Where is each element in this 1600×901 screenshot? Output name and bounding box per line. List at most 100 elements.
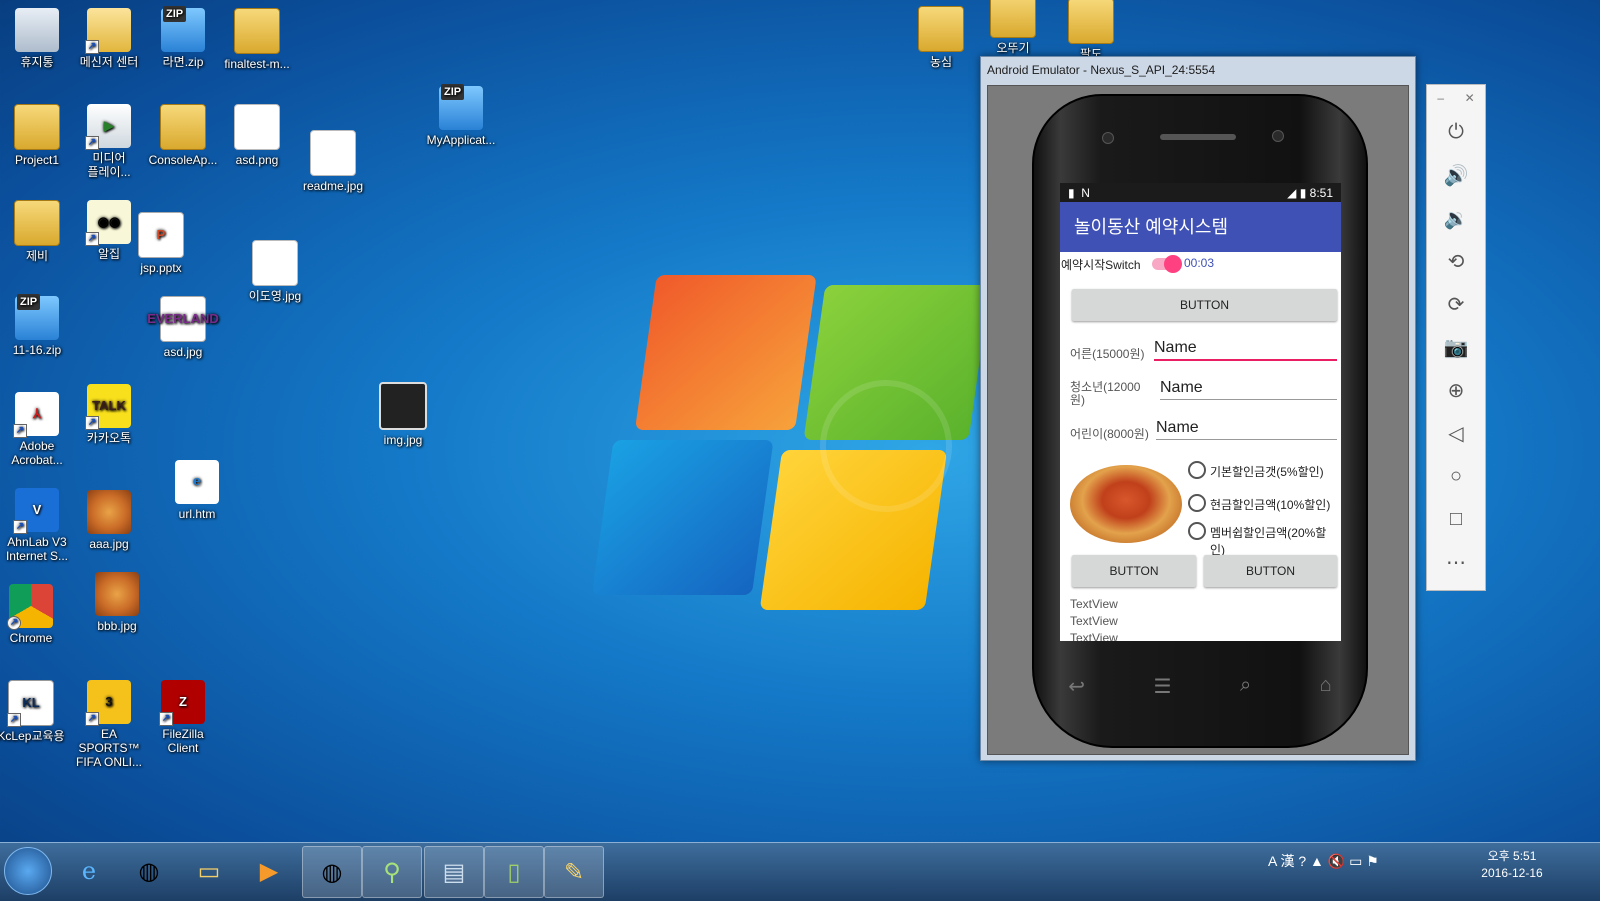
ahnlab-icon: V	[13, 488, 59, 534]
recycle-bin-icon	[15, 8, 59, 52]
taskbar-paint-icon[interactable]: ✎	[544, 846, 604, 898]
overview-icon[interactable]: □	[1427, 498, 1485, 541]
acrobat-icon: ⅄	[13, 392, 59, 438]
desktop-icon-adobe-acrobat[interactable]: ⅄Adobe Acrobat...	[0, 392, 74, 467]
desktop-icon-media-player[interactable]: ▶미디어 플레이...	[72, 104, 146, 179]
start-button[interactable]	[4, 847, 52, 895]
desktop-icon-bbb-jpg[interactable]: bbb.jpg	[80, 572, 154, 633]
network-icon[interactable]: ▭	[1349, 853, 1362, 869]
signal-icon: ◢	[1287, 185, 1297, 200]
desktop-icon-project1[interactable]: Project1	[0, 104, 74, 167]
desktop-icon-asd-png[interactable]: asd.png	[220, 104, 294, 167]
desktop-icon-readme-jpg[interactable]: readme.jpg	[296, 130, 370, 193]
desktop-icon-fifa-online[interactable]: 3EA SPORTS™ FIFA ONLI...	[72, 680, 146, 769]
desktop-icon-asd-jpg[interactable]: EVERLAND asd.jpg	[146, 296, 220, 359]
taskbar-clock[interactable]: 오후 5:51 2016-12-16	[1466, 848, 1558, 882]
radio-cash-discount-label: 현금할인금액(10%할인)	[1210, 498, 1331, 512]
toolbar-window-controls: – ✕	[1427, 85, 1485, 111]
sd-card-icon: ▮	[1068, 185, 1075, 200]
desktop-icon-ottogi[interactable]: 오뚜기	[976, 0, 1050, 55]
camera-icon[interactable]: 📷	[1427, 326, 1485, 369]
teen-count-input[interactable]	[1160, 377, 1337, 400]
child-price-label: 어린이(8000원)	[1070, 427, 1149, 441]
reservation-switch[interactable]	[1152, 255, 1182, 273]
desktop-icon-img-jpg[interactable]: img.jpg	[366, 382, 440, 447]
volume-up-icon[interactable]: 🔊	[1427, 154, 1485, 197]
right-button[interactable]: BUTTON	[1204, 555, 1337, 587]
image-file-icon	[234, 104, 280, 150]
phone-screen[interactable]: ▮ N ◢ ▮ 8:51 놀이동산 예약시스템 예약시작Switch 00:03…	[1060, 183, 1341, 641]
taskbar-emulator-icon[interactable]: ▯	[484, 846, 544, 898]
back-icon[interactable]: ◁	[1427, 412, 1485, 455]
desktop-icon-idoyoung-jpg[interactable]: 이도영.jpg	[238, 240, 312, 303]
action-center-icon[interactable]: ⚑	[1366, 853, 1379, 869]
menu-key-icon[interactable]: ☰	[1154, 674, 1172, 699]
more-icon[interactable]: ⋯	[1427, 541, 1485, 584]
taskbar-notepad-icon[interactable]: ▤	[424, 846, 484, 898]
pizza-image-icon	[95, 572, 139, 616]
zoom-icon[interactable]: ⊕	[1427, 369, 1485, 412]
desktop-icon-myapplication[interactable]: MyApplicat...	[424, 84, 498, 147]
desktop-icon-filezilla[interactable]: ZFileZilla Client	[146, 680, 220, 755]
volume-muted-icon[interactable]: 🔇	[1328, 853, 1345, 869]
folder-icon	[14, 200, 60, 246]
left-button[interactable]: BUTTON	[1072, 555, 1196, 587]
desktop-icon-kclep[interactable]: KLKcLep교육용	[0, 680, 68, 743]
top-button[interactable]: BUTTON	[1072, 289, 1337, 321]
minimize-icon[interactable]: –	[1437, 91, 1444, 105]
taskbar-chrome-icon[interactable]: ◍	[120, 846, 178, 896]
power-icon[interactable]: ⏻	[1427, 111, 1485, 154]
desktop-icon-chrome[interactable]: Chrome	[0, 584, 68, 645]
desktop-icon-finaltest[interactable]: finaltest-m...	[220, 8, 294, 71]
desktop-icon-url-htm[interactable]: e url.htm	[160, 460, 234, 521]
radio-membership-discount[interactable]	[1188, 522, 1206, 540]
home-key-icon[interactable]: ⌂	[1320, 674, 1332, 699]
desktop-icon-messenger[interactable]: 메신저 센터	[72, 8, 146, 69]
desktop-icon-nongshim[interactable]: 농심	[904, 6, 978, 69]
front-camera-icon	[1272, 130, 1284, 142]
taskbar-media-player-icon[interactable]: ▶	[240, 846, 298, 896]
desktop-icon-kakaotalk[interactable]: TALK카카오톡	[72, 384, 146, 445]
adult-count-input[interactable]	[1154, 337, 1337, 361]
taskbar-chrome-active-icon[interactable]: ◍	[302, 846, 362, 898]
show-hidden-icons-icon[interactable]: ▲	[1310, 853, 1324, 869]
back-key-icon[interactable]: ↩	[1068, 674, 1085, 699]
volume-down-icon[interactable]: 🔉	[1427, 197, 1485, 240]
image-file-icon	[310, 130, 356, 176]
desktop-icon-ramen-zip[interactable]: 라면.zip	[146, 6, 220, 69]
swirl-decoration	[820, 380, 952, 512]
taskbar-android-studio-icon[interactable]: ⚲	[362, 846, 422, 898]
emulator-frame: ▮ N ◢ ▮ 8:51 놀이동산 예약시스템 예약시작Switch 00:03…	[987, 85, 1409, 755]
ime-indicator[interactable]: A 漢	[1268, 853, 1294, 869]
battery-icon: ▮	[1299, 185, 1307, 200]
filezilla-icon: Z	[159, 680, 205, 726]
chronometer: 00:03	[1184, 256, 1215, 270]
clock-date: 2016-12-16	[1481, 866, 1543, 880]
desktop-icon-jebi[interactable]: 제비	[0, 200, 74, 263]
radio-basic-discount-label: 기본할인금갯(5%할인)	[1210, 465, 1324, 479]
desktop-icon-aaa-jpg[interactable]: aaa.jpg	[72, 490, 146, 551]
help-icon[interactable]: ?	[1298, 853, 1306, 869]
desktop-icon-jsp-pptx[interactable]: Pjsp.pptx	[124, 212, 198, 275]
phone-image-icon	[379, 382, 427, 430]
home-icon[interactable]: ○	[1427, 455, 1485, 498]
desktop-icon-consoleapp[interactable]: ConsoleAp...	[146, 104, 220, 167]
pizza-image	[1070, 465, 1182, 543]
rotate-right-icon[interactable]: ⟳	[1427, 283, 1485, 326]
emulator-window[interactable]: Android Emulator - Nexus_S_API_24:5554 ▮…	[980, 56, 1416, 761]
taskbar: e ◍ ▭ ▶ ◍ ⚲ ▤ ▯ ✎ A 漢 ? ▲ 🔇 ▭ ⚑ 오후 5:51 …	[0, 842, 1600, 901]
taskbar-explorer-icon[interactable]: ▭	[180, 846, 238, 896]
desktop-icon-11-16-zip[interactable]: 11-16.zip	[0, 294, 74, 357]
desktop-icon-paldo[interactable]: 팔도	[1054, 0, 1128, 61]
reservation-switch-label: 예약시작Switch	[1061, 258, 1141, 272]
desktop-icon-ahnlab-v3[interactable]: VAhnLab V3 Internet S...	[0, 488, 74, 563]
search-key-icon[interactable]: ⌕	[1240, 674, 1251, 699]
taskbar-ie-icon[interactable]: e	[60, 846, 118, 896]
rotate-left-icon[interactable]: ⟲	[1427, 240, 1485, 283]
child-count-input[interactable]	[1156, 417, 1337, 440]
internet-explorer-icon: e	[175, 460, 219, 504]
desktop-icon-recycle-bin[interactable]: 휴지통	[0, 8, 74, 69]
radio-cash-discount[interactable]	[1188, 494, 1206, 512]
radio-basic-discount[interactable]	[1188, 461, 1206, 479]
close-icon[interactable]: ✕	[1465, 91, 1475, 105]
